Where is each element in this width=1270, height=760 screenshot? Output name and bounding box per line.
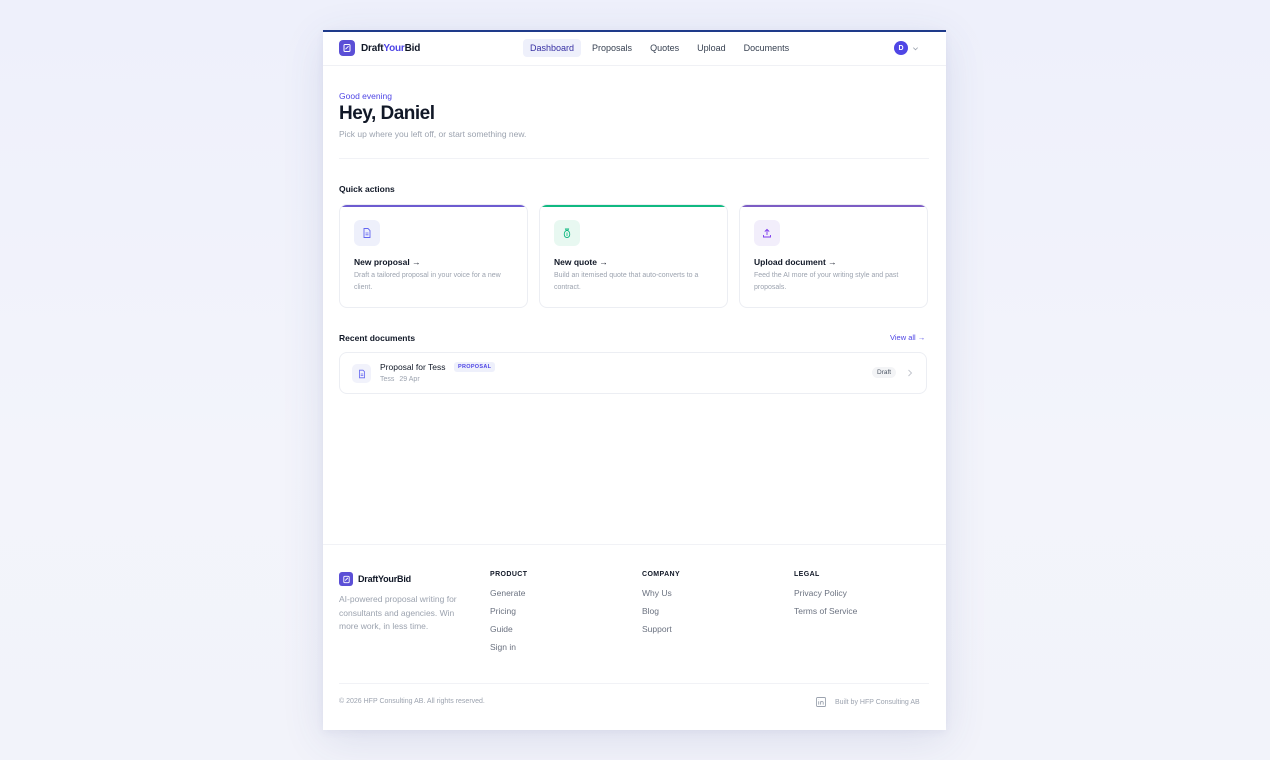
document-icon bbox=[354, 220, 380, 246]
quick-actions-title: Quick actions bbox=[339, 184, 395, 194]
footer-link-privacy-policy[interactable]: Privacy Policy bbox=[794, 588, 857, 598]
footer-column-company: COMPANY Why Us Blog Support bbox=[642, 571, 680, 642]
status-badge: Draft bbox=[872, 367, 897, 378]
divider bbox=[339, 158, 929, 159]
brand-name: DraftYourBid bbox=[361, 42, 421, 54]
main-nav: Dashboard Proposals Quotes Upload Docume… bbox=[523, 39, 796, 57]
new-quote-card[interactable]: New quote → Build an itemised quote that… bbox=[539, 204, 728, 308]
footer-divider bbox=[339, 683, 929, 684]
view-all-link[interactable]: View all → bbox=[890, 333, 925, 342]
card-accent-line bbox=[340, 205, 527, 207]
card-title: Upload document → bbox=[754, 257, 837, 267]
card-description: Build an itemised quote that auto-conver… bbox=[554, 272, 699, 291]
nav-quotes[interactable]: Quotes bbox=[643, 39, 686, 57]
linkedin-icon bbox=[816, 697, 826, 707]
footer-link-blog[interactable]: Blog bbox=[642, 606, 680, 616]
footer-divider bbox=[323, 544, 946, 545]
footer-about: AI-powered proposal writing for consulta… bbox=[339, 594, 457, 631]
upload-icon bbox=[754, 220, 780, 246]
card-title: New quote → bbox=[554, 257, 608, 267]
money-bag-icon bbox=[554, 220, 580, 246]
footer-column-legal: LEGAL Privacy Policy Terms of Service bbox=[794, 571, 857, 624]
card-accent-line bbox=[540, 205, 727, 207]
page-title: Hey, Daniel bbox=[339, 103, 435, 124]
footer-heading: PRODUCT bbox=[490, 571, 528, 578]
quick-actions: New proposal → Draft a tailored proposal… bbox=[339, 204, 928, 308]
document-date: 29 Apr bbox=[399, 376, 420, 383]
chevron-down-icon bbox=[913, 46, 918, 50]
footer-link-terms-of-service[interactable]: Terms of Service bbox=[794, 606, 857, 616]
document-meta: Tess 29 Apr bbox=[380, 376, 420, 383]
logo-document-icon bbox=[339, 572, 353, 586]
footer-heading: LEGAL bbox=[794, 571, 820, 578]
nav-proposals[interactable]: Proposals bbox=[585, 39, 639, 57]
document-icon bbox=[352, 364, 371, 383]
footer-link-sign-in[interactable]: Sign in bbox=[490, 642, 527, 652]
new-proposal-card[interactable]: New proposal → Draft a tailored proposal… bbox=[339, 204, 528, 308]
app-window: DraftYourBid Dashboard Proposals Quotes … bbox=[323, 30, 946, 730]
footer-link-generate[interactable]: Generate bbox=[490, 588, 527, 598]
copyright-text: © 2026 HFP Consulting AB. All rights res… bbox=[339, 698, 485, 705]
card-title: New proposal → bbox=[354, 257, 421, 267]
footer-brand-name: DraftYourBid bbox=[358, 574, 411, 584]
greeting-subtitle: Pick up where you left off, or start som… bbox=[339, 129, 527, 139]
footer-link-why-us[interactable]: Why Us bbox=[642, 588, 680, 598]
brand-logo[interactable]: DraftYourBid bbox=[339, 40, 420, 56]
footer-link-guide[interactable]: Guide bbox=[490, 624, 527, 634]
top-navbar: DraftYourBid Dashboard Proposals Quotes … bbox=[323, 32, 946, 66]
document-type-badge: PROPOSAL bbox=[454, 362, 496, 372]
footer-column-product: PRODUCT Generate Pricing Guide Sign in bbox=[490, 571, 527, 660]
card-description: Feed the AI more of your writing style a… bbox=[754, 272, 899, 291]
greeting-time: Good evening bbox=[339, 91, 392, 101]
footer-link-pricing[interactable]: Pricing bbox=[490, 606, 527, 616]
logo-document-icon bbox=[339, 40, 355, 56]
nav-dashboard[interactable]: Dashboard bbox=[523, 39, 582, 57]
built-by[interactable]: Built by HFP Consulting AB bbox=[816, 697, 920, 707]
table-row[interactable]: Proposal for Tess PROPOSAL Tess 29 Apr Dr… bbox=[339, 352, 927, 394]
card-description: Draft a tailored proposal in your voice … bbox=[354, 272, 501, 291]
recent-documents-title: Recent documents bbox=[339, 333, 416, 343]
built-by-text: Built by HFP Consulting AB bbox=[835, 698, 920, 706]
card-accent-line bbox=[740, 205, 927, 207]
footer-link-support[interactable]: Support bbox=[642, 624, 680, 634]
nav-upload[interactable]: Upload bbox=[690, 39, 733, 57]
user-menu[interactable]: D bbox=[894, 41, 919, 55]
footer-brand-logo[interactable]: DraftYourBid bbox=[339, 572, 411, 586]
document-client: Tess bbox=[380, 376, 395, 383]
footer-heading: COMPANY bbox=[642, 571, 681, 578]
avatar: D bbox=[894, 41, 908, 55]
upload-document-card[interactable]: Upload document → Feed the AI more of yo… bbox=[739, 204, 928, 308]
nav-documents[interactable]: Documents bbox=[737, 39, 797, 57]
chevron-right-icon bbox=[908, 369, 913, 377]
document-title: Proposal for Tess bbox=[380, 362, 446, 372]
